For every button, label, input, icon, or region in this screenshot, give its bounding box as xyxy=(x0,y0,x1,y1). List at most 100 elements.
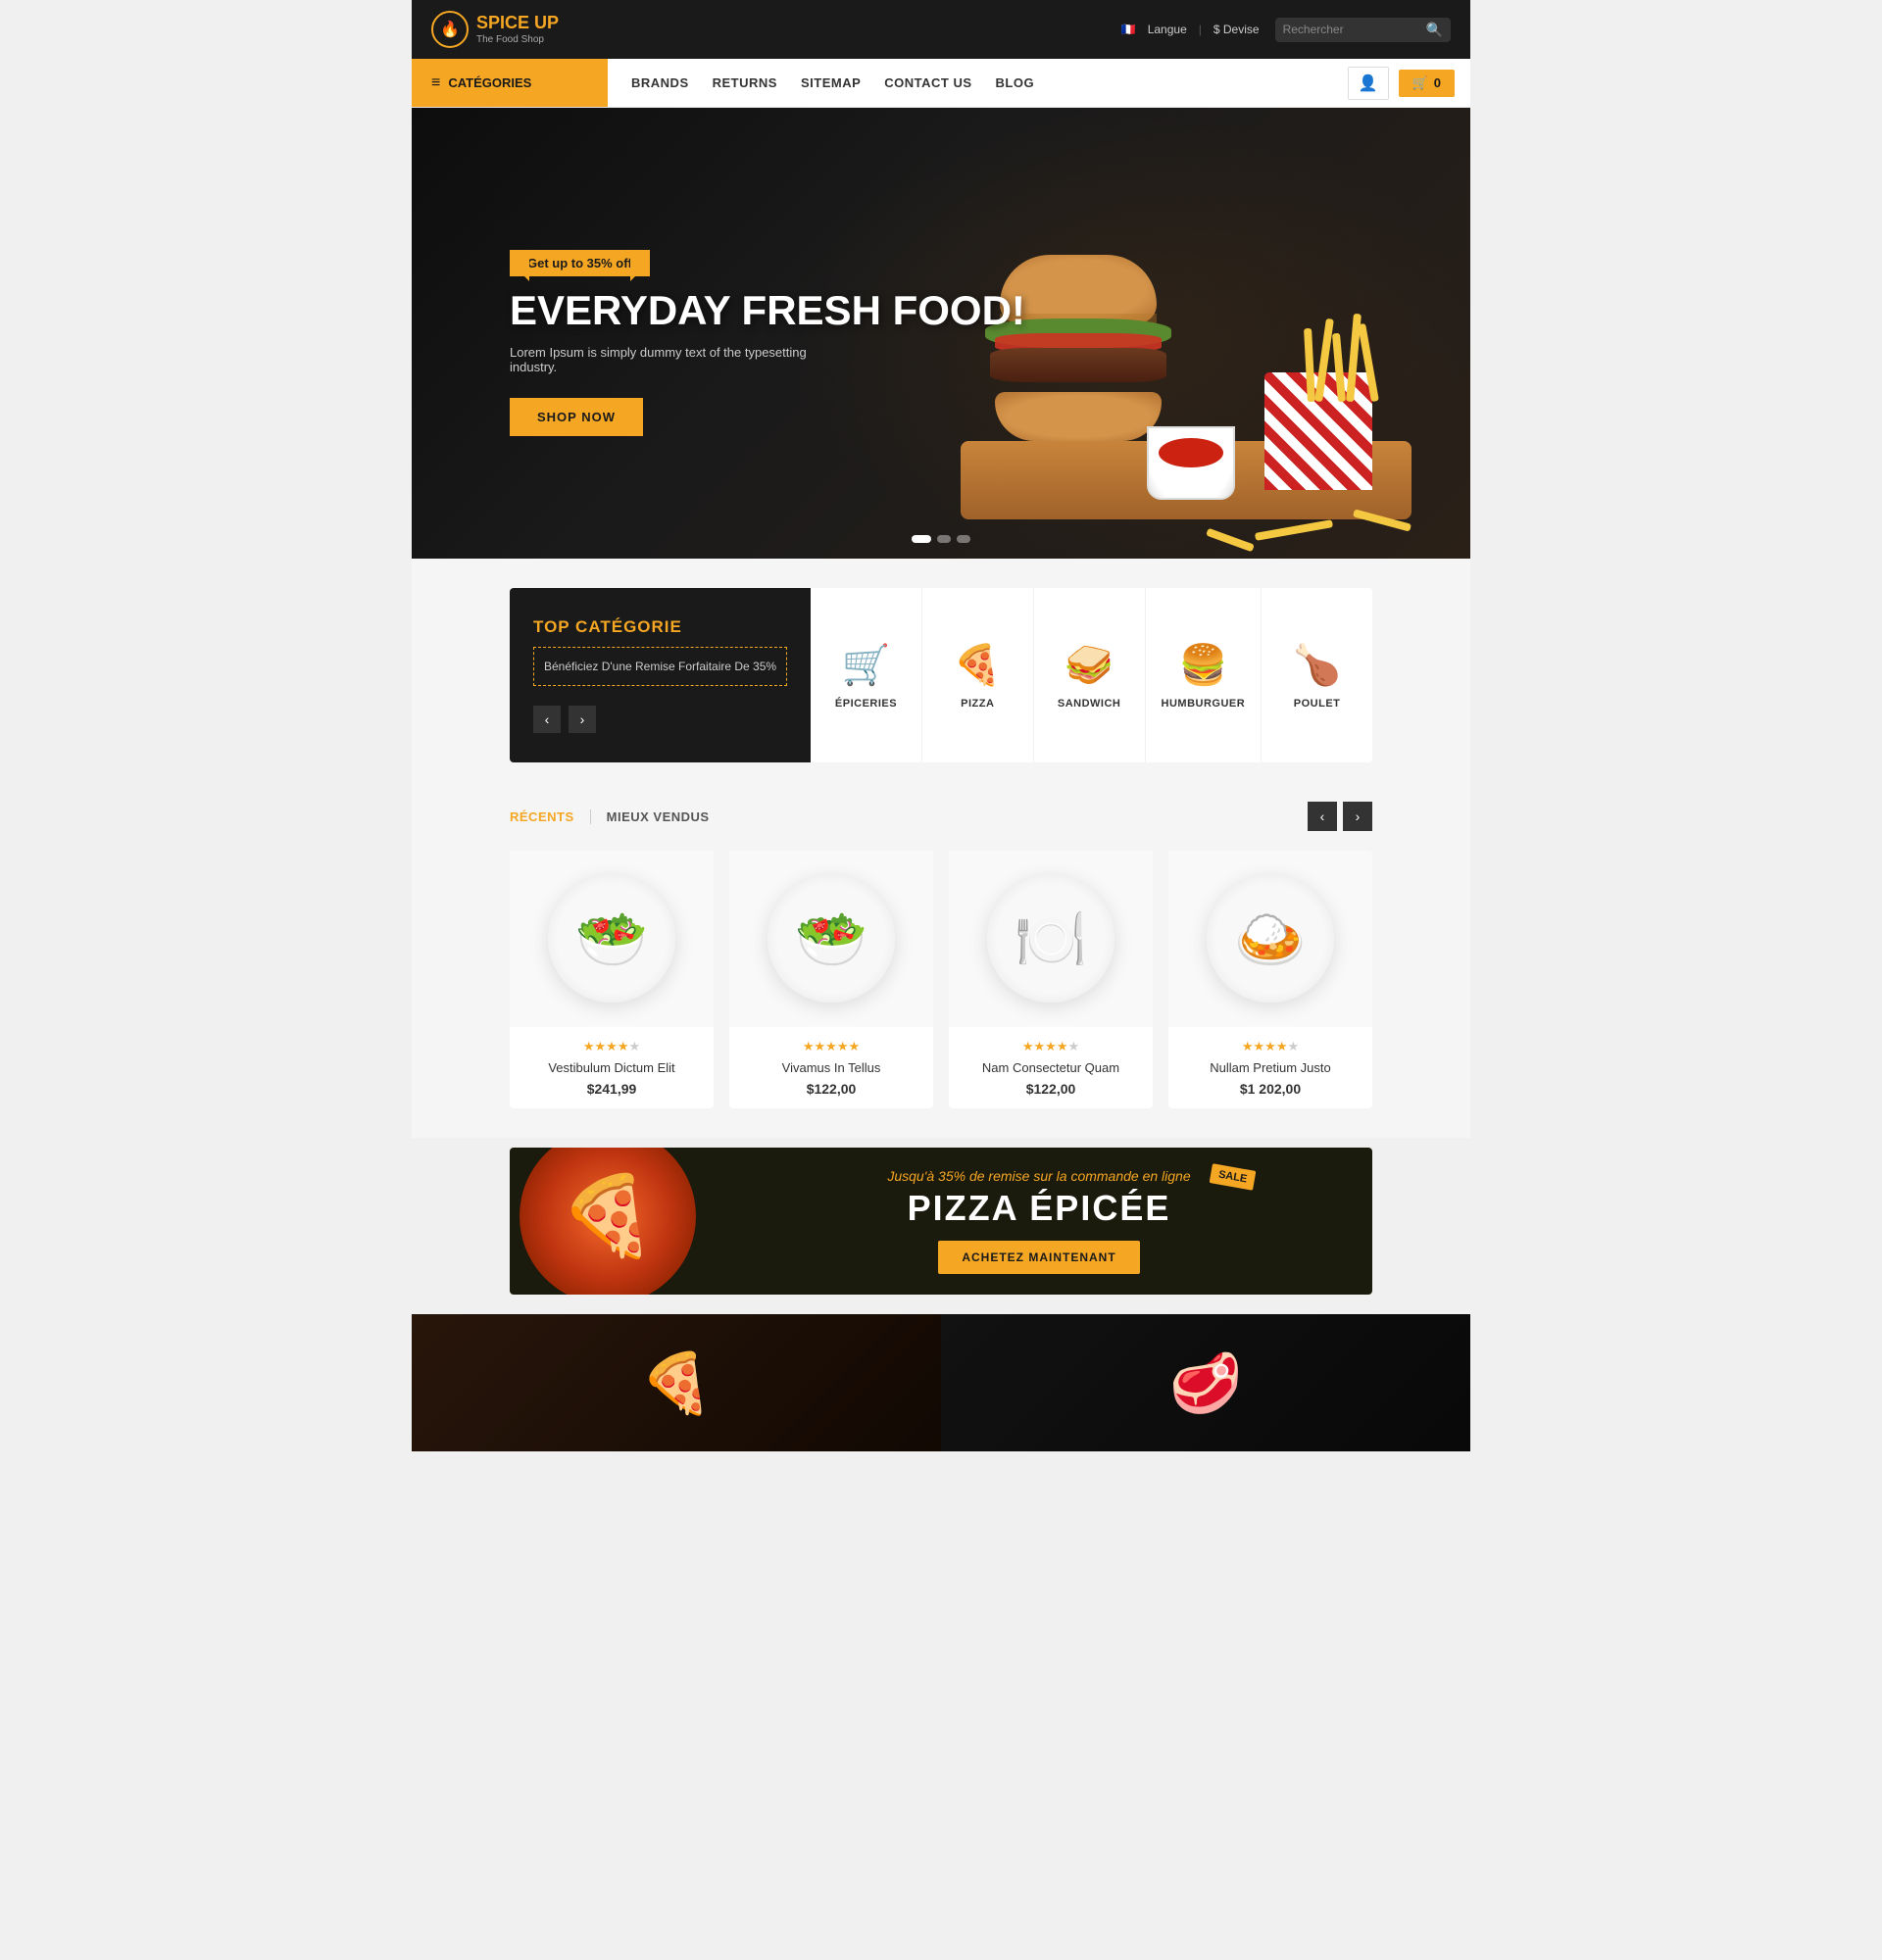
hamburger-icon: ≡ xyxy=(431,74,440,92)
header: 🔥 SPICE UP The Food Shop 🇫🇷 Langue | $ D… xyxy=(412,0,1470,59)
search-input[interactable] xyxy=(1283,23,1420,36)
products-header: RÉCENTS MIEUX VENDUS ‹ › xyxy=(510,802,1372,831)
poulet-label: POULET xyxy=(1294,698,1341,710)
product-card-2[interactable]: 🥗 ★★★★★ Vivamus In Tellus $122,00 xyxy=(729,851,933,1108)
bottom-right-icon: 🥩 xyxy=(1169,1348,1243,1418)
stars-1: ★★★★★ xyxy=(525,1039,698,1054)
pizza-cta-button[interactable]: ACHETEZ MAINTENANT xyxy=(938,1241,1139,1274)
bottom-item-right[interactable]: 🥩 xyxy=(941,1314,1470,1451)
product-image-2: 🥗 xyxy=(729,851,933,1027)
hero-content: Get up to 35% off EVERYDAY FRESH FOOD! L… xyxy=(412,230,1025,436)
category-item-hamburger[interactable]: 🍔 HUMBURGUER xyxy=(1146,588,1263,762)
product-card-1[interactable]: 🥗 ★★★★★ Vestibulum Dictum Elit $241,99 xyxy=(510,851,714,1108)
scattered-fry-3 xyxy=(1206,528,1255,553)
tab-bestseller[interactable]: MIEUX VENDUS xyxy=(590,809,725,824)
user-button[interactable]: 👤 xyxy=(1348,67,1389,100)
cat-promo-title: TOP CATÉGORIE xyxy=(533,617,787,637)
currency-selector[interactable]: $ Devise xyxy=(1213,23,1260,36)
epiceries-label: ÉPICERIES xyxy=(835,698,897,710)
nav-returns[interactable]: RETURNS xyxy=(713,75,777,90)
hamburger-food-icon: 🍔 xyxy=(1178,642,1227,688)
hero-subtitle: Lorem Ipsum is simply dummy text of the … xyxy=(510,345,823,374)
product-card-4[interactable]: 🍛 ★★★★★ Nullam Pretium Justo $1 202,00 xyxy=(1168,851,1372,1108)
product-name-4: Nullam Pretium Justo xyxy=(1184,1060,1357,1075)
nav-sitemap[interactable]: SITEMAP xyxy=(801,75,861,90)
category-item-pizza[interactable]: 🍕 PIZZA xyxy=(922,588,1034,762)
bottom-grid: 🍕 🥩 xyxy=(412,1314,1470,1451)
product-image-1: 🥗 xyxy=(510,851,714,1027)
scattered-fry-2 xyxy=(1255,519,1333,541)
categories-promo: TOP CATÉGORIE Bénéficiez D'une Remise Fo… xyxy=(510,588,811,762)
food-icon-3: 🍽️ xyxy=(1015,905,1088,974)
cart-icon: 🛒 xyxy=(1412,75,1428,91)
promo-badge: Get up to 35% off xyxy=(510,250,650,276)
top-categories-section: TOP CATÉGORIE Bénéficiez D'une Remise Fo… xyxy=(412,559,1470,792)
flag-icon: 🇫🇷 xyxy=(1121,23,1136,36)
product-price-3: $122,00 xyxy=(965,1081,1137,1097)
brand-name: SPICE UP xyxy=(476,13,559,34)
pizza-icon: 🍕 xyxy=(953,642,1002,688)
cat-next-button[interactable]: › xyxy=(569,706,596,733)
cart-count: 0 xyxy=(1434,75,1441,90)
plate-3: 🍽️ xyxy=(987,875,1114,1003)
products-prev-button[interactable]: ‹ xyxy=(1308,802,1337,831)
shop-now-button[interactable]: SHOP NOW xyxy=(510,398,643,436)
food-icon-2: 🥗 xyxy=(795,905,868,974)
fries-box xyxy=(1264,372,1382,500)
hero-title: EVERYDAY FRESH FOOD! xyxy=(510,288,1025,333)
categories-button[interactable]: ≡ CATÉGORIES xyxy=(412,59,608,107)
search-bar: 🔍 xyxy=(1275,18,1451,42)
sandwich-icon: 🥪 xyxy=(1065,642,1114,688)
dot-3[interactable] xyxy=(957,535,970,543)
cart-button[interactable]: 🛒 0 xyxy=(1399,70,1455,97)
dot-2[interactable] xyxy=(937,535,951,543)
plate-2: 🥗 xyxy=(768,875,895,1003)
pizza-label: PIZZA xyxy=(961,698,994,710)
lang-currency: 🇫🇷 Langue | $ Devise xyxy=(1121,23,1260,36)
category-item-poulet[interactable]: 🍗 POULET xyxy=(1262,588,1372,762)
products-grid: 🥗 ★★★★★ Vestibulum Dictum Elit $241,99 🥗… xyxy=(510,851,1372,1108)
product-nav: ‹ › xyxy=(1308,802,1372,831)
product-price-2: $122,00 xyxy=(745,1081,917,1097)
product-info-2: ★★★★★ Vivamus In Tellus $122,00 xyxy=(729,1027,933,1108)
cat-promo-desc: Bénéficiez D'une Remise Forfaitaire De 3… xyxy=(533,647,787,686)
product-tabs: RÉCENTS MIEUX VENDUS xyxy=(510,809,725,824)
pizza-banner: 🍕 Jusqu'à 35% de remise sur la commande … xyxy=(510,1148,1372,1295)
pizza-image-area: 🍕 xyxy=(510,1148,725,1295)
nav-blog[interactable]: BLOG xyxy=(996,75,1035,90)
bottom-left-icon: 🍕 xyxy=(640,1348,714,1418)
category-list: 🛒 ÉPICERIES 🍕 PIZZA 🥪 SANDWICH 🍔 HUMBURG… xyxy=(811,588,1372,762)
stars-2: ★★★★★ xyxy=(745,1039,917,1054)
stars-3: ★★★★★ xyxy=(965,1039,1137,1054)
search-icon[interactable]: 🔍 xyxy=(1426,22,1443,38)
brand-tagline: The Food Shop xyxy=(476,34,559,46)
product-image-4: 🍛 xyxy=(1168,851,1372,1027)
logo-text: SPICE UP The Food Shop xyxy=(476,13,559,46)
hamburger-label: HUMBURGUER xyxy=(1162,698,1246,710)
category-item-epiceries[interactable]: 🛒 ÉPICERIES xyxy=(811,588,922,762)
product-price-4: $1 202,00 xyxy=(1184,1081,1357,1097)
cat-prev-button[interactable]: ‹ xyxy=(533,706,561,733)
nav-links: BRANDS RETURNS SITEMAP CONTACT US BLOG xyxy=(608,75,1348,90)
nav-brands[interactable]: BRANDS xyxy=(631,75,689,90)
dot-1[interactable] xyxy=(912,535,931,543)
product-price-1: $241,99 xyxy=(525,1081,698,1097)
category-item-sandwich[interactable]: 🥪 SANDWICH xyxy=(1034,588,1146,762)
products-next-button[interactable]: › xyxy=(1343,802,1372,831)
hero-section: Get up to 35% off EVERYDAY FRESH FOOD! L… xyxy=(412,108,1470,559)
plate-1: 🥗 xyxy=(548,875,675,1003)
nav: ≡ CATÉGORIES BRANDS RETURNS SITEMAP CONT… xyxy=(412,59,1470,108)
stars-4: ★★★★★ xyxy=(1184,1039,1357,1054)
tab-recent[interactable]: RÉCENTS xyxy=(510,809,590,824)
sandwich-label: SANDWICH xyxy=(1058,698,1121,710)
plate-4: 🍛 xyxy=(1207,875,1334,1003)
products-section: RÉCENTS MIEUX VENDUS ‹ › 🥗 ★★★★★ Vestibu… xyxy=(412,792,1470,1138)
product-card-3[interactable]: 🍽️ ★★★★★ Nam Consectetur Quam $122,00 xyxy=(949,851,1153,1108)
nav-contact[interactable]: CONTACT US xyxy=(884,75,971,90)
language-selector[interactable]: Langue xyxy=(1148,23,1187,36)
logo: 🔥 SPICE UP The Food Shop xyxy=(431,11,559,48)
pizza-banner-content: Jusqu'à 35% de remise sur la commande en… xyxy=(706,1168,1372,1274)
pizza-circle: 🍕 xyxy=(520,1148,696,1295)
bottom-item-left[interactable]: 🍕 xyxy=(412,1314,941,1451)
categories-label: CATÉGORIES xyxy=(448,75,531,90)
